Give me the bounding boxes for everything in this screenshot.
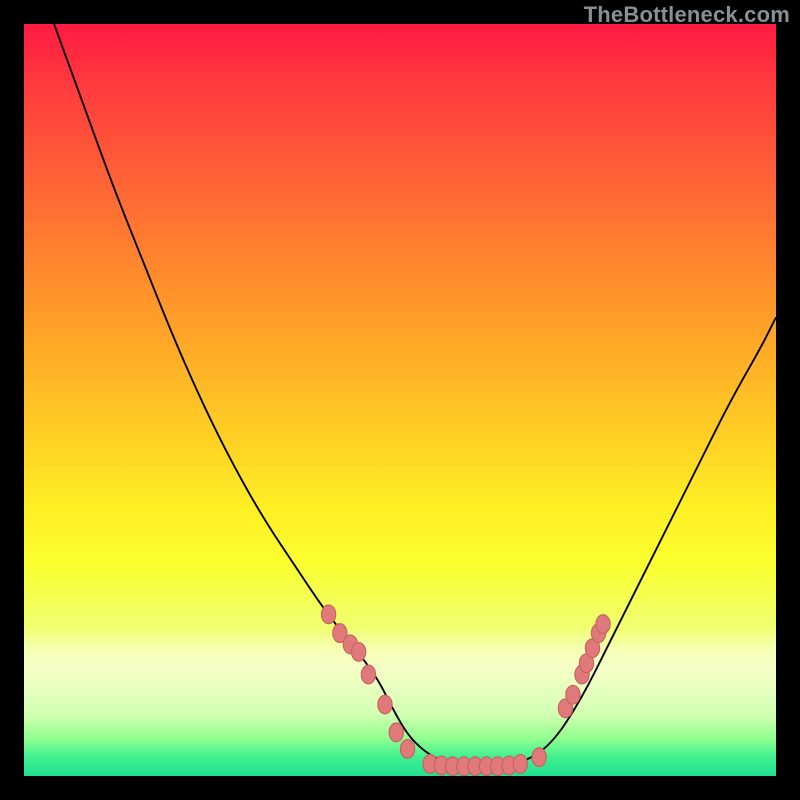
marker-dot bbox=[566, 685, 580, 704]
watermark-text: TheBottleneck.com bbox=[584, 2, 790, 28]
marker-dot bbox=[321, 605, 335, 624]
marker-dot bbox=[378, 695, 392, 714]
marker-dot bbox=[361, 665, 375, 684]
plot-area bbox=[24, 24, 776, 776]
marker-dot bbox=[400, 740, 414, 759]
curve-svg bbox=[24, 24, 776, 776]
marker-dot bbox=[532, 748, 546, 767]
marker-dot bbox=[351, 643, 365, 662]
bottleneck-curve bbox=[54, 24, 776, 766]
chart-frame: TheBottleneck.com bbox=[0, 0, 800, 800]
marker-dot bbox=[389, 723, 403, 742]
marker-group bbox=[321, 605, 610, 776]
marker-dot bbox=[513, 755, 527, 774]
marker-dot bbox=[596, 615, 610, 634]
